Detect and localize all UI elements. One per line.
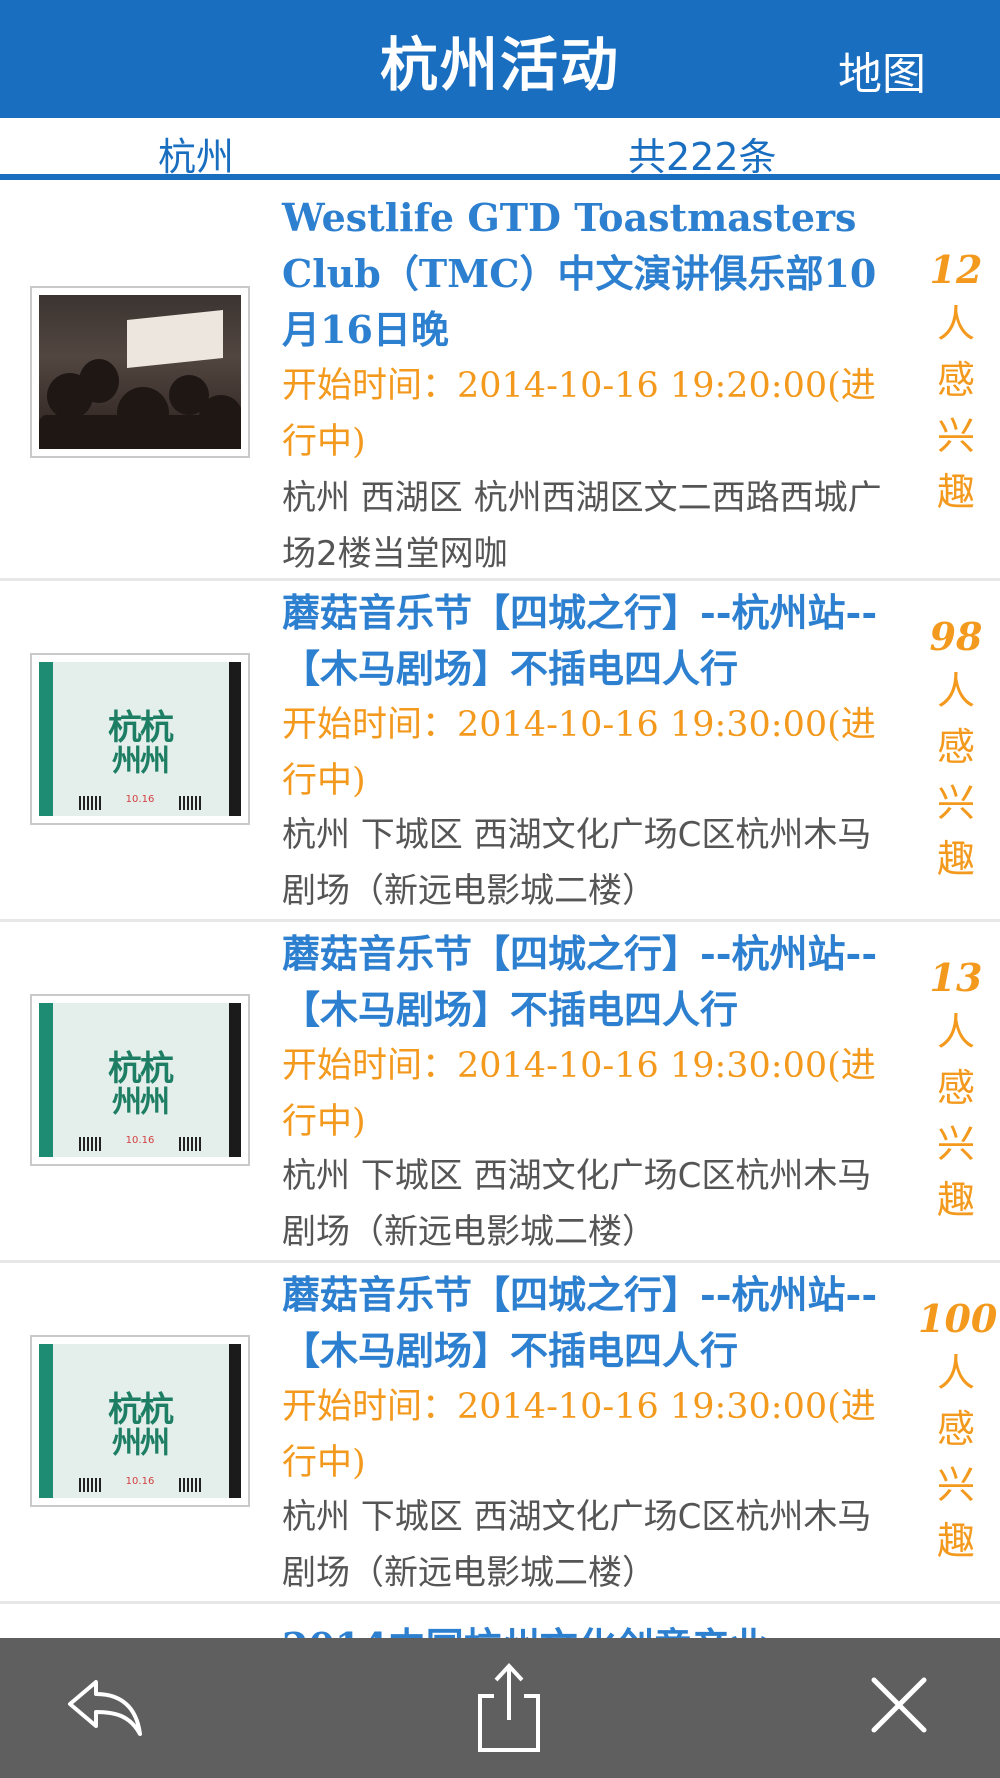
event-address: 杭州 下城区 西湖文化广场C区杭州木马剧场（新远电影城二楼）	[282, 1156, 872, 1252]
event-title[interactable]: Westlife GTD Toastmasters Club（TMC）中文演讲俱…	[282, 190, 902, 358]
event-title[interactable]: 2014中国杭州文化创意产业	[282, 1616, 768, 1638]
share-button[interactable]	[464, 1660, 554, 1752]
event-address: 杭州 西湖区 杭州西湖区文二西路西城广场2楼当堂网咖	[282, 478, 882, 574]
event-time: 开始时间：2014-10-16 19:20:00(进行中)	[282, 366, 876, 462]
event-address: 杭州 下城区 西湖文化广场C区杭州木马剧场（新远电影城二楼）	[282, 815, 872, 911]
interest-count: 98	[929, 614, 983, 659]
event-time: 开始时间：2014-10-16 19:30:00(进行中)	[282, 1387, 876, 1483]
map-button[interactable]: 地图	[838, 38, 926, 102]
city-selector[interactable]: 杭州	[158, 126, 234, 181]
interest-indicator: 100 人感兴趣	[918, 1293, 998, 1569]
list-item[interactable]: 2014中国杭州文化创意产业	[0, 1604, 1000, 1638]
audience-photo	[39, 295, 241, 449]
bottom-toolbar	[0, 1638, 1000, 1778]
share-icon	[478, 1663, 540, 1752]
event-list: Westlife GTD Toastmasters Club（TMC）中文演讲俱…	[0, 186, 1000, 1638]
close-button[interactable]	[854, 1668, 944, 1748]
event-thumbnail	[30, 286, 250, 458]
filter-bar: 杭州 共222条	[0, 118, 1000, 180]
event-title[interactable]: 蘑菇音乐节【四城之行】--杭州站--【木马剧场】不插电四人行	[282, 1267, 902, 1379]
event-title[interactable]: 蘑菇音乐节【四城之行】--杭州站--【木马剧场】不插电四人行	[282, 926, 902, 1038]
back-button[interactable]	[60, 1668, 150, 1748]
interest-label: 人感兴趣	[936, 669, 975, 881]
list-item[interactable]: Westlife GTD Toastmasters Club（TMC）中文演讲俱…	[0, 186, 1000, 581]
interest-indicator: 12 人感兴趣	[918, 244, 994, 520]
interest-count: 12	[929, 247, 983, 292]
poster-image: 杭杭 州州 10.16	[39, 662, 241, 816]
close-icon	[871, 1677, 927, 1733]
interest-count: 13	[929, 955, 983, 1000]
poster-image: 杭杭 州州 10.16	[39, 1003, 241, 1157]
list-item[interactable]: 杭杭 州州 10.16 蘑菇音乐节【四城之行】--杭州站--【木马剧场】不插电四…	[0, 1263, 1000, 1604]
event-address: 杭州 下城区 西湖文化广场C区杭州木马剧场（新远电影城二楼）	[282, 1497, 872, 1593]
poster-image: 杭杭 州州 10.16	[39, 1344, 241, 1498]
event-title[interactable]: 蘑菇音乐节【四城之行】--杭州站--【木马剧场】不插电四人行	[282, 585, 902, 697]
event-time: 开始时间：2014-10-16 19:30:00(进行中)	[282, 705, 876, 801]
interest-label: 人感兴趣	[936, 302, 975, 514]
result-count: 共222条	[628, 135, 777, 179]
list-item[interactable]: 杭杭 州州 10.16 蘑菇音乐节【四城之行】--杭州站--【木马剧场】不插电四…	[0, 581, 1000, 922]
interest-label: 人感兴趣	[936, 1351, 975, 1563]
interest-indicator: 13 人感兴趣	[918, 952, 994, 1228]
interest-indicator: 98 人感兴趣	[918, 611, 994, 887]
event-thumbnail: 杭杭 州州 10.16	[30, 994, 250, 1166]
list-item[interactable]: 杭杭 州州 10.16 蘑菇音乐节【四城之行】--杭州站--【木马剧场】不插电四…	[0, 922, 1000, 1263]
event-thumbnail: 杭杭 州州 10.16	[30, 1335, 250, 1507]
interest-count: 100	[918, 1296, 998, 1341]
header-bar: 杭州活动 地图	[0, 0, 1000, 118]
interest-label: 人感兴趣	[936, 1010, 975, 1222]
back-arrow-icon	[68, 1680, 142, 1736]
event-time: 开始时间：2014-10-16 19:30:00(进行中)	[282, 1046, 876, 1142]
event-thumbnail: 杭杭 州州 10.16	[30, 653, 250, 825]
